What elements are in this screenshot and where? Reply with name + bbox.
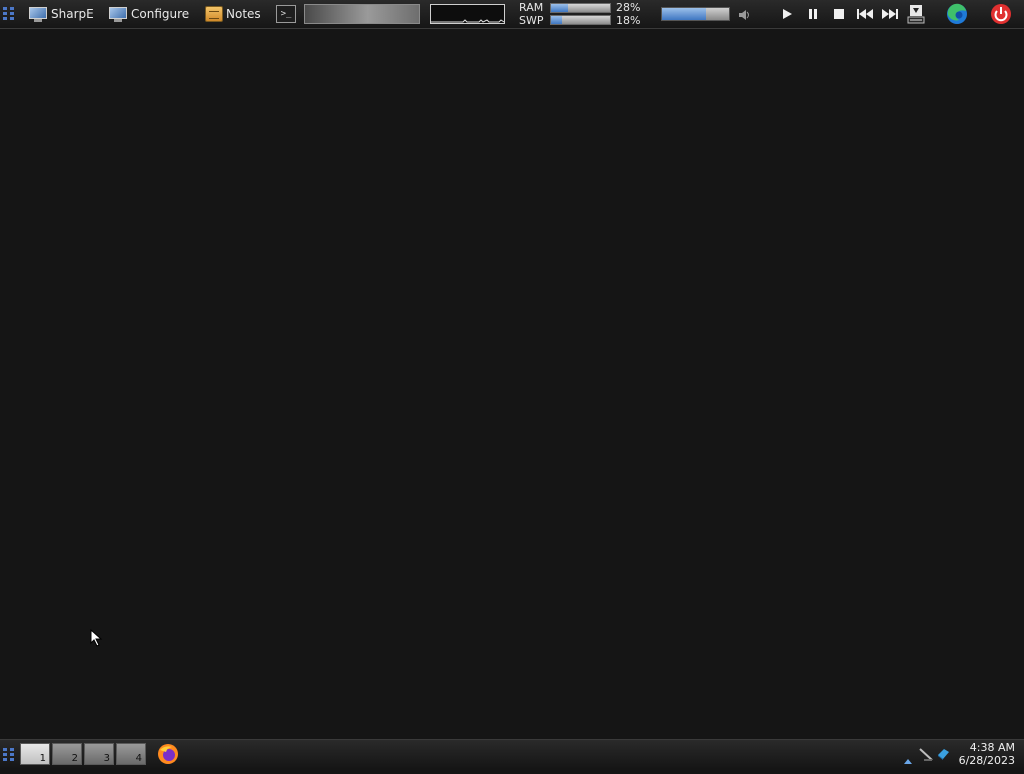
launcher-notes[interactable]: Notes — [205, 3, 261, 25]
ram-percent: 28% — [616, 1, 641, 14]
stop-icon[interactable] — [831, 6, 847, 22]
firefox-icon[interactable] — [157, 743, 179, 765]
swap-label: SWP — [519, 14, 544, 27]
volume-slider[interactable] — [661, 7, 730, 21]
tray-expand-icon[interactable] — [903, 750, 913, 764]
workspace-4[interactable]: 4 — [116, 743, 146, 765]
network-icon[interactable] — [918, 746, 934, 762]
terminal-icon[interactable]: >_ — [276, 5, 296, 23]
workspace-1[interactable]: 1 — [20, 743, 50, 765]
start-menu-icon[interactable] — [3, 748, 15, 762]
clock-date: 6/28/2023 — [958, 754, 1015, 767]
power-icon[interactable] — [990, 3, 1012, 25]
speaker-icon[interactable] — [737, 7, 751, 21]
swap-meter — [550, 15, 611, 25]
next-icon[interactable] — [881, 6, 899, 22]
storage-icon[interactable] — [935, 745, 951, 761]
ram-meter — [550, 3, 611, 13]
launcher-sharpe[interactable]: SharpE — [28, 3, 94, 25]
launcher-configure-label: Configure — [131, 7, 190, 21]
monitor-icon — [108, 6, 128, 22]
bottom-taskbar: 1 2 3 4 4:38 AM 6/28/2023 — [0, 739, 1024, 768]
top-taskbar: SharpE Configure Notes >_ RAM SWP 28% 18… — [0, 0, 1024, 29]
cpu-graph — [430, 4, 505, 24]
workspace-2[interactable]: 2 — [52, 743, 82, 765]
ram-label: RAM — [519, 1, 544, 14]
monitor-icon — [28, 6, 48, 22]
clock-time: 4:38 AM — [969, 741, 1015, 754]
mouse-cursor-icon — [90, 628, 104, 647]
task-button-empty[interactable] — [304, 4, 420, 24]
launcher-sharpe-label: SharpE — [51, 7, 94, 21]
keyboard-lock-icon[interactable] — [906, 4, 926, 24]
play-icon[interactable] — [779, 6, 795, 22]
workspace-3[interactable]: 3 — [84, 743, 114, 765]
clock[interactable]: 4:38 AM 6/28/2023 — [955, 741, 1015, 767]
edge-browser-icon[interactable] — [946, 3, 968, 25]
start-menu-icon[interactable] — [3, 7, 15, 21]
pause-icon[interactable] — [805, 6, 821, 22]
notes-icon — [205, 6, 223, 22]
launcher-configure[interactable]: Configure — [108, 3, 189, 25]
previous-icon[interactable] — [856, 6, 874, 22]
launcher-notes-label: Notes — [226, 7, 261, 21]
swap-percent: 18% — [616, 14, 641, 27]
cpu-graph-line — [431, 19, 505, 23]
